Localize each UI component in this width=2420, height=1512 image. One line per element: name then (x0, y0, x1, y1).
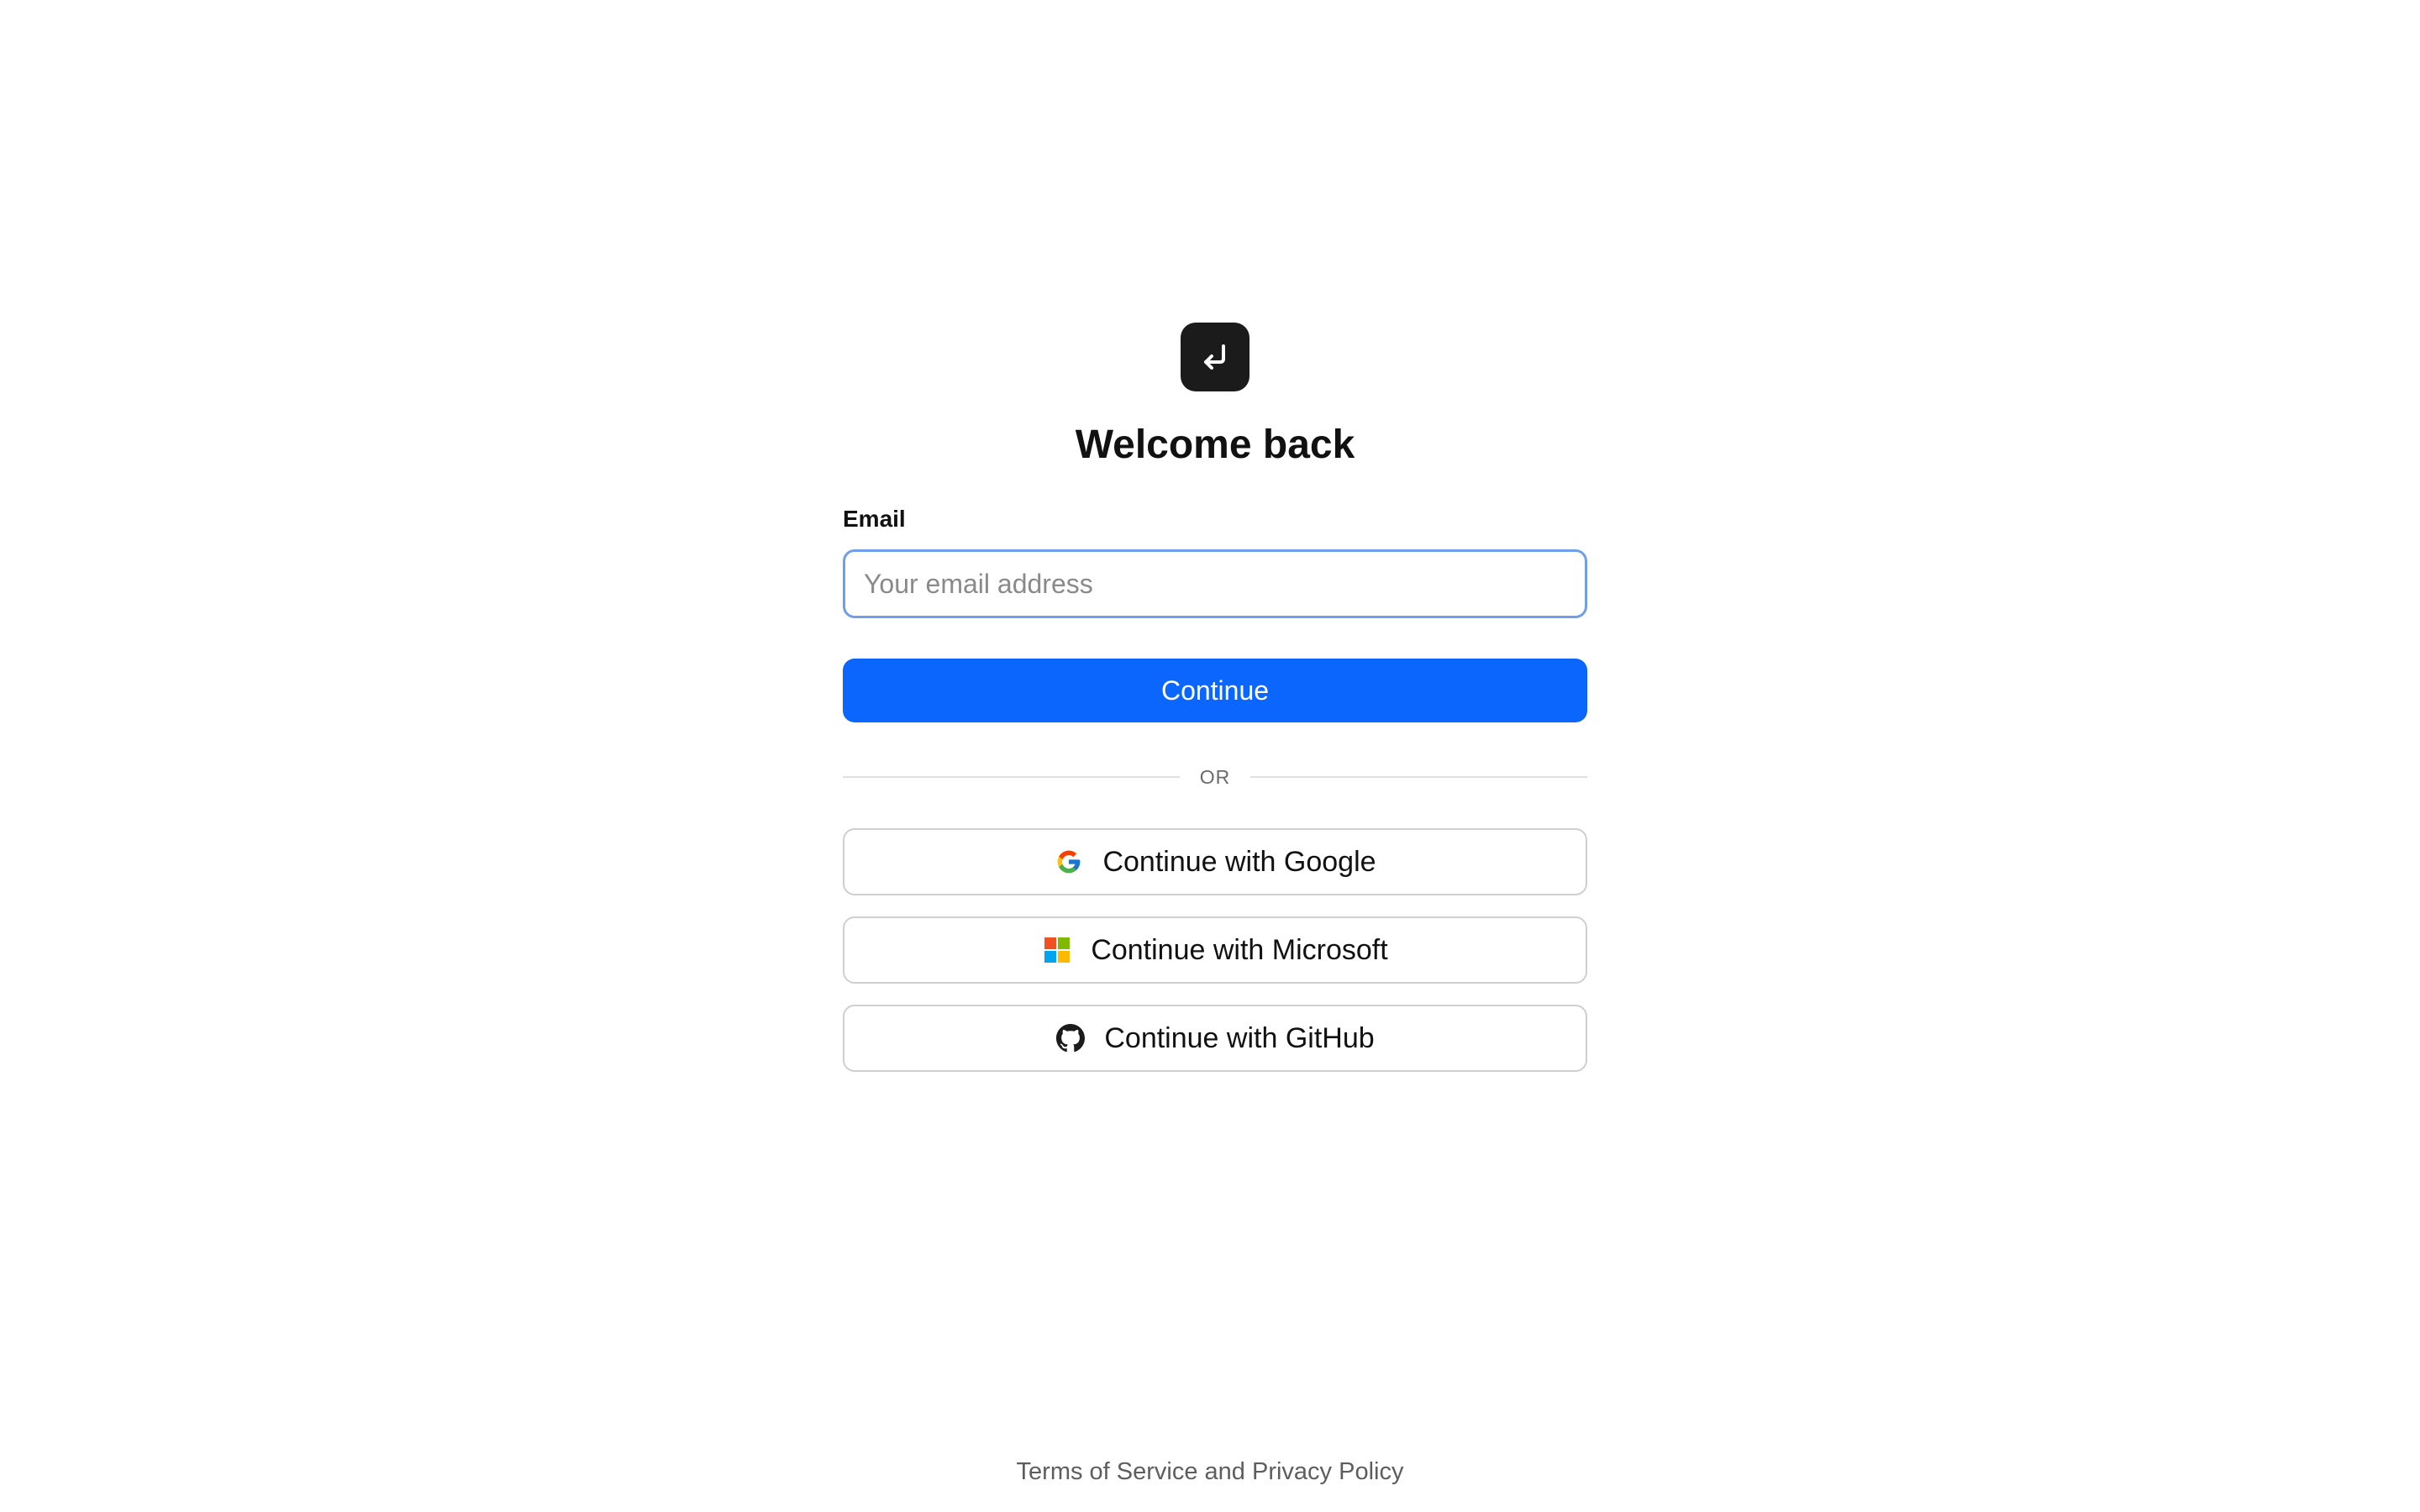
or-divider: OR (843, 764, 1587, 790)
page-title: Welcome back (1075, 423, 1355, 467)
login-page: Welcome back Email Continue OR Continue … (0, 0, 2420, 1512)
github-icon (1055, 1023, 1086, 1053)
microsoft-button-label: Continue with Microsoft (1091, 933, 1388, 966)
google-icon (1054, 847, 1084, 877)
email-field[interactable] (843, 549, 1587, 618)
app-logo (1181, 323, 1249, 391)
email-label: Email (843, 506, 906, 532)
continue-with-google-button[interactable]: Continue with Google (843, 828, 1587, 895)
google-button-label: Continue with Google (1102, 845, 1376, 878)
divider-label: OR (1199, 765, 1231, 788)
divider-line-left (843, 776, 1180, 778)
divider-line-right (1250, 776, 1587, 778)
logo-container (843, 323, 1587, 391)
microsoft-icon (1042, 935, 1072, 965)
continue-with-microsoft-button[interactable]: Continue with Microsoft (843, 916, 1587, 984)
continue-with-github-button[interactable]: Continue with GitHub (843, 1005, 1587, 1072)
login-card: Welcome back Email Continue OR Continue … (843, 323, 1587, 1072)
return-arrow-icon (1197, 339, 1234, 375)
continue-button[interactable]: Continue (843, 659, 1587, 722)
terms-privacy-link[interactable]: Terms of Service and Privacy Policy (0, 1457, 2420, 1487)
github-button-label: Continue with GitHub (1104, 1021, 1375, 1054)
